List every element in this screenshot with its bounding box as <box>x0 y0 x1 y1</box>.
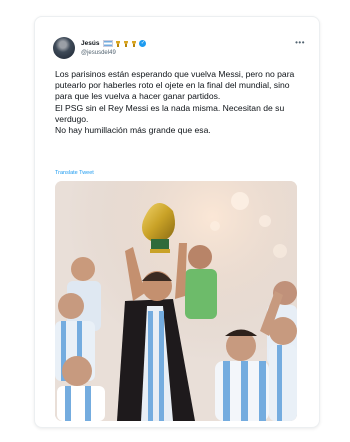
avatar[interactable] <box>53 37 75 59</box>
display-name[interactable]: Jesús <box>81 40 99 47</box>
verified-badge-icon: ✓ <box>139 40 147 47</box>
trophy-icon <box>123 40 129 47</box>
argentina-flag-icon <box>103 40 114 47</box>
more-options-button[interactable]: ••• <box>295 39 305 47</box>
author-block: Jesús ✓ @jesusdel49 <box>81 38 147 56</box>
tweet-paragraph: El PSG sin el Rey Messi es la nada misma… <box>55 102 285 124</box>
user-handle[interactable]: @jesusdel49 <box>81 50 146 56</box>
trophy-icon <box>115 40 121 47</box>
tweet-paragraph: No hay humillación más grande que esa. <box>55 125 211 136</box>
tweet-header: Jesús ✓ @jesusdel49 ••• <box>53 37 305 65</box>
trophy-icon <box>131 40 137 47</box>
photo-illustration <box>55 181 297 421</box>
translate-tweet-link[interactable]: Translate Tweet <box>55 170 94 176</box>
tweet-text: Los parisinos están esperando que vuelva… <box>55 69 307 136</box>
tweet-paragraph: Los parisinos están esperando que vuelva… <box>55 69 295 102</box>
tweet-photo[interactable] <box>55 181 297 421</box>
name-row: Jesús ✓ <box>81 38 147 49</box>
tweet-card: Jesús ✓ @jesusdel49 ••• Los parisinos es… <box>34 16 320 428</box>
